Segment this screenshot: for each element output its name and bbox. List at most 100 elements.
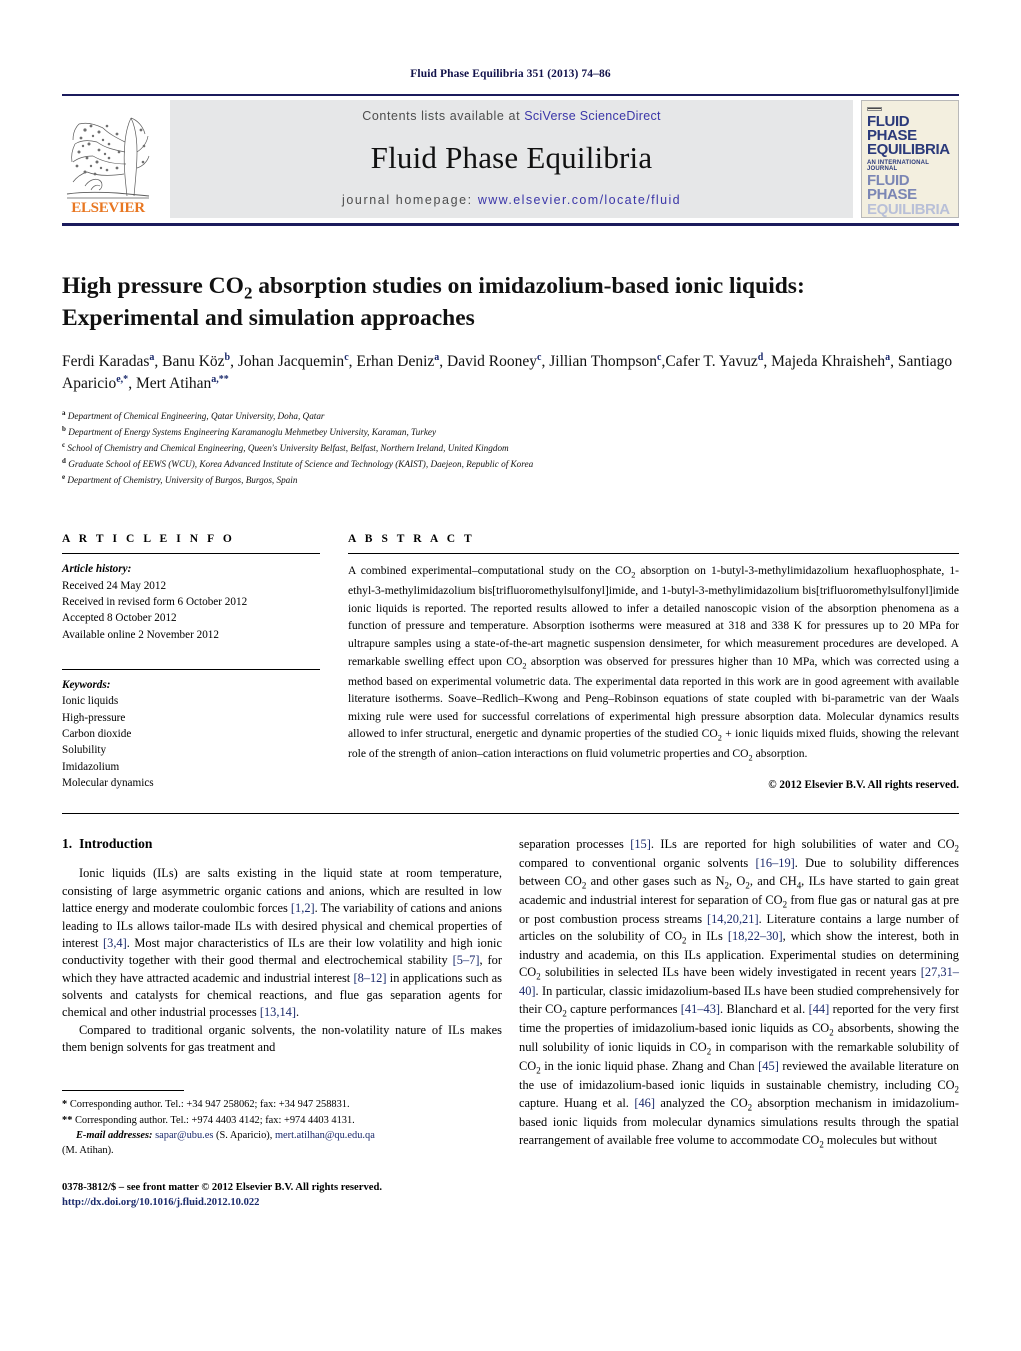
- author-name: Ferdi Karadas: [62, 352, 150, 370]
- author-name: Banu Köz: [162, 352, 225, 370]
- author-name: Jillian Thompson: [549, 352, 658, 370]
- cover-line-2: EQUILIBRIA: [867, 141, 950, 159]
- citation-ref[interactable]: [41–43]: [681, 1002, 720, 1016]
- email-link-2[interactable]: mert.atilhan@qu.edu.qa: [275, 1130, 375, 1141]
- keywords-items: Ionic liquids High-pressure Carbon dioxide…: [62, 693, 320, 791]
- chem-subscript: 2: [581, 880, 587, 891]
- author-affiliation-mark: c: [657, 351, 662, 363]
- cover-line-3: FLUID PHASE: [867, 171, 917, 204]
- affiliation-mark: e: [62, 473, 66, 482]
- abstract-rule: [348, 553, 959, 555]
- chem-subscript: 2: [724, 880, 729, 891]
- chem-subscript: 2: [954, 1083, 959, 1094]
- cover-line-1: FLUID PHASE: [867, 112, 917, 145]
- intro-paragraph-3: separation processes [15]. ILs are repor…: [519, 837, 960, 1150]
- doi-link[interactable]: http://dx.doi.org/10.1016/j.fluid.2012.1…: [62, 1195, 502, 1210]
- running-head: Fluid Phase Equilibria 351 (2013) 74–86: [410, 68, 611, 80]
- chem-subscript: 2: [562, 1008, 567, 1019]
- homepage-line: journal homepage: www.elsevier.com/locat…: [342, 193, 681, 207]
- keyword-item: High-pressure: [62, 711, 126, 724]
- title-line-2: Experimental and simulation approaches: [62, 305, 475, 331]
- email-link-1[interactable]: sapar@ubu.es: [155, 1130, 213, 1141]
- sciencedirect-link[interactable]: SciVerse ScienceDirect: [524, 109, 661, 123]
- footnote-block: * Corresponding author. Tel.: +34 947 25…: [62, 1097, 502, 1157]
- citation-ref[interactable]: [18,22–30]: [728, 929, 783, 943]
- keyword-item: Solubility: [62, 744, 107, 757]
- homepage-prefix: journal homepage:: [342, 193, 478, 207]
- chem-subscript: 2: [717, 733, 722, 743]
- article-info-heading: A R T I C L E I N F O: [62, 533, 235, 546]
- chem-subscript: 2: [706, 1046, 712, 1057]
- article-history-item: Received in revised form 6 October 2012: [62, 595, 248, 608]
- abstract-copyright: © 2012 Elsevier B.V. All rights reserved…: [768, 779, 959, 792]
- citation-ref[interactable]: [44]: [809, 1002, 830, 1016]
- abstract-column: A B S T R A C T A combined experimental–…: [348, 533, 959, 791]
- keywords-block: Keywords: Ionic liquids High-pressure Carb…: [62, 677, 320, 791]
- affiliation-mark: d: [62, 457, 66, 466]
- corresponding-text-1: Corresponding author. Tel.: +34 947 2580…: [69, 1099, 350, 1111]
- chem-subscript: 4: [796, 880, 802, 891]
- citation-ref[interactable]: [5–7]: [453, 953, 480, 967]
- title-part-1: High pressure CO: [62, 273, 244, 299]
- body-columns: 1. Introduction Ionic liquids (ILs) are s…: [62, 836, 959, 1210]
- intro-paragraph-2: Compared to traditional organic solvents…: [62, 1022, 502, 1055]
- chem-subscript: 2: [536, 971, 541, 982]
- section-title: Introduction: [79, 836, 153, 852]
- keywords-label: Keywords:: [62, 678, 111, 691]
- author-affiliation-mark: a: [434, 351, 440, 363]
- journal-cover-thumbnail: FLUID PHASE EQUILIBRIA AN INTERNATIONAL …: [861, 100, 959, 218]
- chem-subscript: 2: [954, 843, 959, 854]
- intro-paragraph-1: Ionic liquids (ILs) are salts existing i…: [62, 866, 502, 1020]
- elsevier-tree-icon: [65, 108, 151, 200]
- author-affiliation-mark: c: [344, 351, 349, 363]
- info-abstract-row: A R T I C L E I N F O Article history: R…: [62, 533, 959, 791]
- affiliation-mark: a: [62, 408, 66, 417]
- keyword-item: Ionic liquids: [62, 695, 119, 708]
- keyword-item: Imidazolium: [62, 760, 120, 773]
- elsevier-wordmark: ELSEVIER: [71, 200, 145, 216]
- front-matter-text: 0378-3812/$ – see front matter © 2012 El…: [62, 1181, 382, 1193]
- title-part-2: absorption studies on imidazolium-based …: [252, 273, 805, 299]
- author-name: David Rooney: [447, 352, 538, 370]
- author-affiliation-mark: a: [885, 351, 891, 363]
- author-affiliation-mark: e,*: [116, 373, 129, 385]
- author-affiliation-mark: c: [537, 351, 542, 363]
- citation-ref[interactable]: [3,4]: [103, 936, 127, 950]
- citation-ref[interactable]: [1,2]: [291, 901, 315, 915]
- citation-ref[interactable]: [46]: [634, 1096, 655, 1110]
- affiliation-item: a Department of Chemical Engineering, Qa…: [62, 408, 325, 421]
- body-separator-rule: [62, 813, 959, 815]
- corresponding-text-2: Corresponding author. Tel.: +974 4403 41…: [75, 1114, 355, 1126]
- body-column-left: 1. Introduction Ionic liquids (ILs) are s…: [62, 836, 502, 1210]
- citation-ref[interactable]: [13,14]: [260, 1005, 296, 1019]
- homepage-url[interactable]: www.elsevier.com/locate/fluid: [478, 193, 681, 207]
- front-matter-block: 0378-3812/$ – see front matter © 2012 El…: [62, 1180, 502, 1211]
- author-name: Mert Atihan: [135, 374, 212, 392]
- chem-subscript: 2: [829, 1027, 834, 1038]
- abstract-heading: A B S T R A C T: [348, 533, 475, 546]
- chem-subscript: 2: [747, 1102, 753, 1113]
- chem-subscript: 2: [682, 935, 687, 946]
- author-name: Johan Jacquemin: [237, 352, 345, 370]
- journal-masthead: ELSEVIER Contents lists available at Sci…: [62, 100, 959, 218]
- article-history-item: Accepted 8 October 2012: [62, 612, 177, 625]
- affiliation-item: c School of Chemistry and Chemical Engin…: [62, 441, 509, 454]
- cover-subtitle: AN INTERNATIONAL JOURNAL: [867, 159, 929, 172]
- citation-ref[interactable]: [27,31–40]: [519, 965, 959, 998]
- affiliation-mark: c: [62, 441, 66, 450]
- citation-ref[interactable]: [8–12]: [353, 971, 386, 985]
- masthead-top-rule: [62, 94, 959, 96]
- chem-subscript: 2: [536, 1065, 541, 1076]
- affiliation-item: b Department of Energy Systems Engineeri…: [62, 424, 437, 438]
- author-affiliation-mark: d: [757, 351, 764, 363]
- citation-ref[interactable]: [14,20,21]: [707, 912, 759, 926]
- citation-ref[interactable]: [15]: [630, 837, 651, 851]
- email-label: E-mail addresses:: [76, 1129, 153, 1141]
- citation-ref[interactable]: [45]: [758, 1059, 779, 1073]
- article-info-rule: [62, 553, 320, 555]
- article-page: Fluid Phase Equilibria 351 (2013) 74–86: [0, 0, 1021, 1351]
- author-affiliation-mark: a: [149, 351, 155, 363]
- citation-ref[interactable]: [16–19]: [756, 856, 795, 870]
- abstract-text: A combined experimental–computational st…: [348, 564, 960, 763]
- chem-subscript: 2: [782, 899, 788, 910]
